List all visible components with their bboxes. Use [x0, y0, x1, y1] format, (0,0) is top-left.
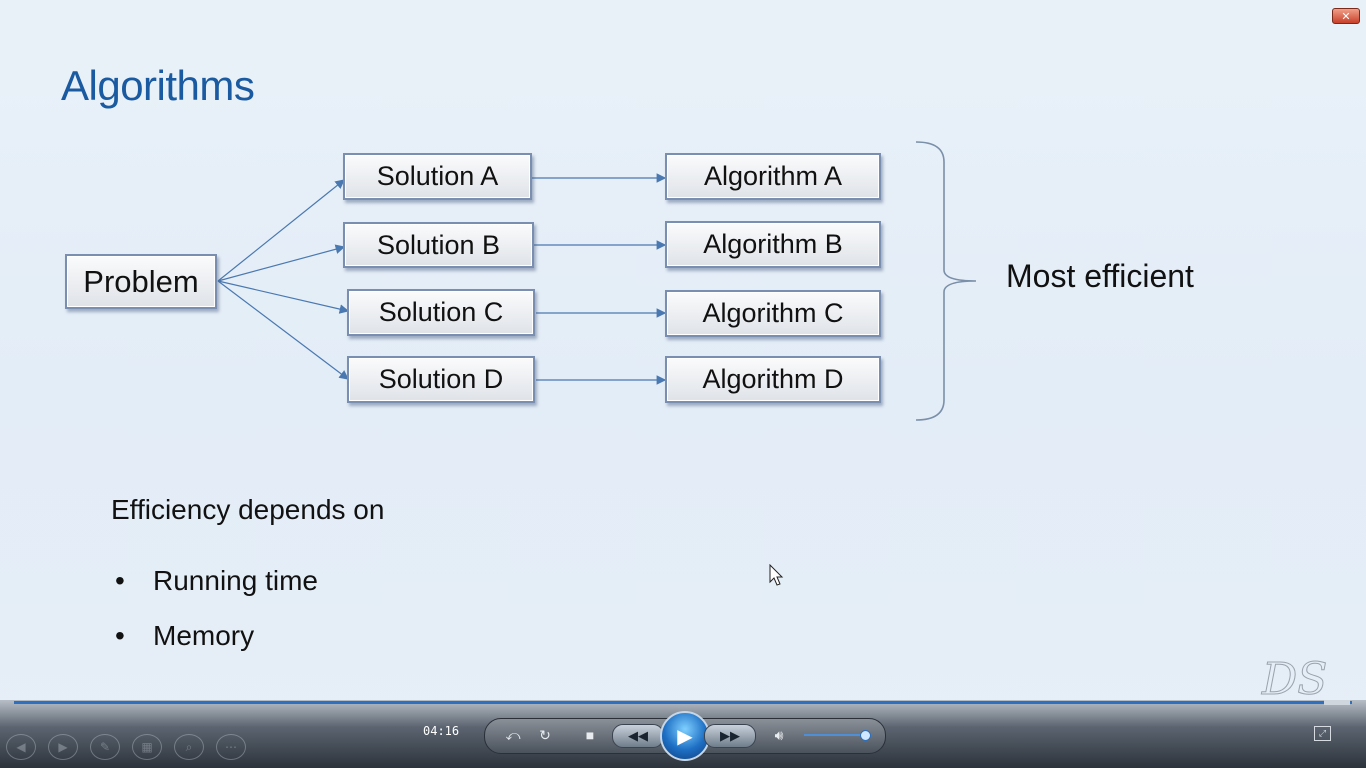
prev-slide-icon[interactable]: ◀ — [6, 734, 36, 760]
algorithm-c-box: Algorithm C — [665, 290, 881, 337]
bullet-icon: • — [115, 565, 125, 596]
seek-bar-end — [1324, 700, 1350, 705]
algorithm-label: Algorithm A — [703, 161, 843, 191]
bullet-text: Memory — [153, 620, 255, 651]
seek-bar[interactable] — [14, 701, 1352, 704]
algorithm-b-box: Algorithm B — [665, 221, 881, 268]
problem-label: Problem — [83, 263, 199, 299]
slides-icon[interactable]: ▦ — [132, 734, 162, 760]
algorithm-label: Algorithm C — [702, 298, 844, 328]
volume-slider[interactable] — [804, 734, 866, 736]
arrow-problem-a — [217, 179, 345, 282]
mouse-cursor-icon — [769, 564, 784, 586]
fast-forward-button[interactable]: ▶▶ — [704, 724, 756, 748]
algorithm-d-box: Algorithm D — [665, 356, 881, 403]
watermark-logo: DS — [1261, 654, 1328, 706]
bullet-item: • Running time — [115, 565, 318, 597]
close-icon[interactable]: ✕ — [1332, 8, 1360, 24]
repeat-icon[interactable]: ↻ — [535, 726, 555, 744]
volume-icon[interactable]: 🔊︎ — [768, 726, 790, 744]
zoom-icon[interactable]: ⌕ — [174, 734, 204, 760]
volume-knob[interactable] — [860, 730, 871, 741]
algorithm-a-box: Algorithm A — [665, 153, 881, 200]
efficiency-heading: Efficiency depends on — [111, 494, 385, 525]
solution-label: Solution C — [378, 297, 504, 327]
arrow-problem-b — [217, 244, 346, 282]
solution-d-box: Solution D — [347, 356, 535, 403]
most-efficient-label: Most efficient — [1006, 258, 1194, 294]
play-button[interactable]: ▶ — [660, 711, 710, 761]
algorithm-label: Algorithm D — [702, 364, 844, 394]
brace — [915, 141, 977, 421]
play-icon: ▶ — [677, 725, 693, 748]
bullet-item: • Memory — [115, 620, 254, 652]
solution-c-box: Solution C — [347, 289, 535, 336]
algorithm-label: Algorithm B — [703, 229, 843, 259]
fast-forward-icon: ▶▶ — [720, 728, 740, 743]
pen-icon[interactable]: ✎ — [90, 734, 120, 760]
solution-b-box: Solution B — [343, 222, 534, 268]
stop-icon[interactable]: ■ — [580, 726, 600, 744]
bullet-text: Running time — [153, 565, 318, 596]
more-icon[interactable]: ⋯ — [216, 734, 246, 760]
switch-view-icon[interactable]: ⤺ — [503, 726, 523, 744]
solution-a-box: Solution A — [343, 153, 532, 200]
fullscreen-icon[interactable]: ⤢ — [1314, 726, 1331, 741]
slide-tools: ◀ ▶ ✎ ▦ ⌕ ⋯ — [6, 734, 246, 760]
solution-label: Solution D — [378, 364, 504, 394]
next-slide-icon[interactable]: ▶ — [48, 734, 78, 760]
solution-label: Solution B — [376, 229, 501, 260]
problem-box: Problem — [65, 254, 217, 309]
elapsed-time: 04:16 — [423, 724, 460, 738]
rewind-icon: ◀◀ — [628, 728, 648, 743]
rewind-button[interactable]: ◀◀ — [612, 724, 664, 748]
bullet-icon: • — [115, 620, 125, 651]
slide: Algorithms Problem Solution A Solution B… — [0, 0, 1366, 706]
solution-label: Solution A — [376, 161, 499, 191]
